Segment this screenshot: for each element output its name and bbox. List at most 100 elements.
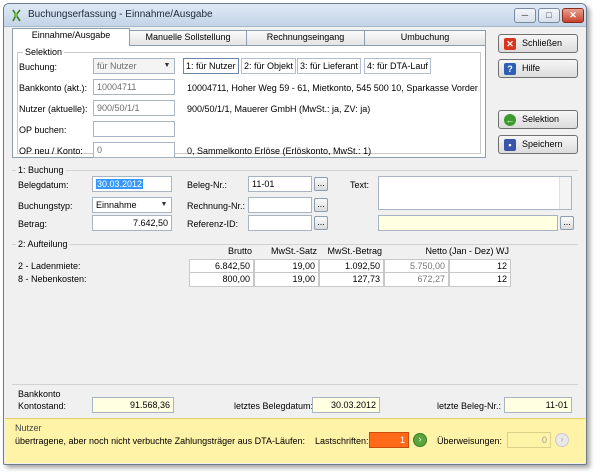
- help-icon: ?: [504, 63, 516, 75]
- bankkonto-footer-label: Bankkonto: [18, 389, 61, 399]
- nutzer-info: 900/50/1/1, Mauerer GmbH (MwSt.: ja, ZV:…: [187, 104, 371, 114]
- rechnung-nr-label: Rechnung-Nr.:: [187, 201, 246, 211]
- dta-info-text: übertragene, aber noch nicht verbuchte Z…: [15, 436, 306, 446]
- selektion-button-label: Selektion: [522, 114, 560, 124]
- op-buchen-field[interactable]: [93, 121, 175, 137]
- cell-brutto-ladenmiete[interactable]: 6.842,50: [189, 259, 254, 273]
- nutzer-field[interactable]: 900/50/1/1: [93, 100, 175, 116]
- letztes-belegdatum-field: 30.03.2012: [312, 397, 380, 413]
- tab-einnahme-ausgabe[interactable]: Einnahme/Ausgabe: [12, 28, 130, 46]
- letzte-beleg-nr-field: 11-01: [504, 397, 572, 413]
- lastschriften-go-button[interactable]: ›: [413, 433, 427, 447]
- belegdatum-field[interactable]: 30.03.2012: [92, 176, 172, 192]
- referenz-id-label: Referenz-ID:: [187, 219, 239, 229]
- chevron-down-icon: ▼: [160, 201, 168, 208]
- header-netto: Netto: [425, 246, 447, 256]
- tab-rechnungseingang[interactable]: Rechnungseingang: [246, 30, 365, 45]
- chevron-down-icon: ▼: [163, 62, 171, 69]
- nutzer-footer: Nutzer übertragene, aber noch nicht verb…: [5, 418, 585, 463]
- text-extra-field[interactable]: [378, 215, 558, 231]
- selektion-button[interactable]: ← Selektion: [498, 110, 578, 129]
- tab-umbuchung[interactable]: Umbuchung: [364, 30, 486, 45]
- cell-wj-ladenmiete[interactable]: 12: [449, 259, 511, 273]
- selektion-group-label: Selektion: [23, 47, 65, 57]
- filter-fuer-dta-lauf-button[interactable]: 4: für DTA-Lauf: [364, 58, 431, 74]
- window-title: Buchungserfassung - Einnahme/Ausgabe: [28, 9, 213, 20]
- filter-fuer-nutzer-button[interactable]: 1: für Nutzer: [183, 58, 239, 74]
- arrow-left-icon: ←: [504, 114, 516, 126]
- cell-wj-nebenkosten[interactable]: 12: [449, 273, 511, 287]
- lastschriften-field: 1: [369, 432, 409, 448]
- header-mwst-betrag: MwSt.-Betrag: [327, 246, 382, 256]
- cell-satz-nebenkosten[interactable]: 19,00: [254, 273, 319, 287]
- buchung-group-label: 1: Buchung: [16, 165, 66, 175]
- betrag-label: Betrag:: [18, 219, 48, 229]
- speichern-label: Speichern: [522, 139, 563, 149]
- cell-brutto-nebenkosten[interactable]: 800,00: [189, 273, 254, 287]
- tab-manuelle-sollstellung[interactable]: Manuelle Sollstellung: [129, 30, 247, 45]
- cell-netto-ladenmiete[interactable]: 5.750,00: [384, 259, 449, 273]
- minimize-button[interactable]: ─: [514, 8, 536, 23]
- buchungstyp-label: Buchungstyp:: [18, 201, 73, 211]
- title-bar[interactable]: Buchungserfassung - Einnahme/Ausgabe ─ □…: [4, 4, 586, 27]
- app-window: Buchungserfassung - Einnahme/Ausgabe ─ □…: [3, 3, 587, 465]
- belegdatum-value: 30.03.2012: [96, 179, 144, 189]
- lastschriften-label: Lastschriften:: [315, 436, 369, 446]
- close-button[interactable]: ✕: [562, 8, 584, 23]
- schliessen-button[interactable]: ✕ Schließen: [498, 34, 578, 53]
- cell-satz-ladenmiete[interactable]: 19,00: [254, 259, 319, 273]
- arrow-right-icon: ›: [560, 434, 564, 444]
- save-icon: ▪: [504, 139, 516, 151]
- text-browse-button[interactable]: ...: [560, 216, 574, 230]
- referenz-id-browse-button[interactable]: ...: [314, 216, 328, 230]
- bankkonto-info: 10004711, Hoher Weg 59 - 61, Mietkonto, …: [187, 83, 478, 93]
- rechnung-nr-browse-button[interactable]: ...: [314, 198, 328, 212]
- maximize-button[interactable]: □: [538, 8, 560, 23]
- op-neu-konto-label: OP neu / Konto:: [19, 146, 83, 156]
- filter-fuer-objekt-button[interactable]: 2: für Objekt: [241, 58, 297, 74]
- betrag-field[interactable]: 7.642,50: [92, 215, 172, 231]
- text-area-value: [379, 177, 571, 179]
- cell-betrag-ladenmiete[interactable]: 1.092,50: [319, 259, 384, 273]
- header-wj: (Jan - Dez) WJ: [449, 246, 510, 256]
- tab-panel: Selektion Buchung: für Nutzer ▼ Bankkont…: [12, 45, 486, 158]
- bankkonto-label: Bankkonto (akt.):: [19, 83, 88, 93]
- ueberweisungen-field: 0: [507, 432, 551, 448]
- text-area-scrollbar[interactable]: [559, 177, 571, 209]
- text-area[interactable]: [378, 176, 572, 210]
- referenz-id-field[interactable]: [248, 215, 312, 231]
- cell-betrag-nebenkosten[interactable]: 127,73: [319, 273, 384, 287]
- filter-fuer-lieferant-button[interactable]: 3: für Lieferant: [297, 58, 362, 74]
- letzte-beleg-nr-label: letzte Beleg-Nr.:: [437, 401, 502, 411]
- header-mwst-satz: MwSt.-Satz: [270, 246, 317, 256]
- row-label-nebenkosten: 8 - Nebenkosten:: [18, 274, 87, 284]
- nutzer-label: Nutzer (aktuelle):: [19, 104, 88, 114]
- op-neu-konto-field[interactable]: 0: [93, 142, 175, 158]
- row-label-ladenmiete: 2 - Ladenmiete:: [18, 261, 81, 271]
- ueberweisungen-label: Überweisungen:: [437, 436, 503, 446]
- rechnung-nr-field[interactable]: [248, 197, 312, 213]
- schliessen-label: Schließen: [522, 38, 563, 48]
- buchung-label: Buchung:: [19, 62, 58, 72]
- close-icon: ✕: [504, 38, 516, 50]
- footer-divider: [12, 384, 578, 385]
- hilfe-label: Hilfe: [522, 63, 541, 73]
- arrow-right-icon: ›: [418, 434, 422, 444]
- buchung-combo-value: für Nutzer: [97, 61, 137, 71]
- buchungstyp-combo[interactable]: Einnahme ▼: [92, 197, 172, 213]
- belegdatum-label: Belegdatum:: [18, 180, 69, 190]
- ueberweisungen-go-button[interactable]: ›: [555, 433, 569, 447]
- speichern-button[interactable]: ▪ Speichern: [498, 135, 578, 154]
- beleg-nr-field[interactable]: 11-01: [248, 176, 312, 192]
- nutzer-footer-label: Nutzer: [15, 423, 42, 433]
- beleg-nr-label: Beleg-Nr.:: [187, 180, 228, 190]
- text-label: Text:: [350, 180, 370, 190]
- buchungstyp-value: Einnahme: [96, 200, 137, 210]
- letztes-belegdatum-label: letztes Belegdatum:: [234, 401, 314, 411]
- beleg-nr-browse-button[interactable]: ...: [314, 177, 328, 191]
- header-brutto: Brutto: [227, 246, 252, 256]
- bankkonto-field[interactable]: 10004711: [93, 79, 175, 95]
- buchung-combo[interactable]: für Nutzer ▼: [93, 58, 175, 74]
- cell-netto-nebenkosten[interactable]: 672,27: [384, 273, 449, 287]
- hilfe-button[interactable]: ? Hilfe: [498, 59, 578, 78]
